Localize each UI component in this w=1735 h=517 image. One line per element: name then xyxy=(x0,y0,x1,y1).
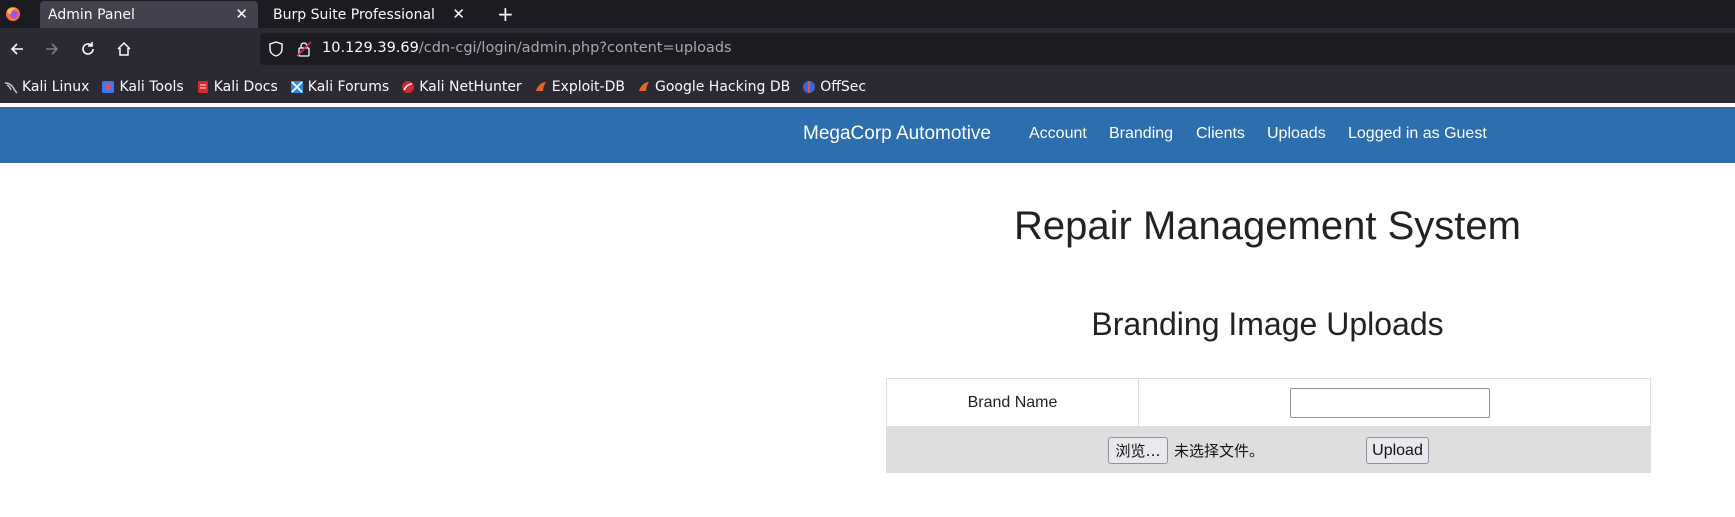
shield-icon[interactable] xyxy=(268,41,284,57)
exploit-db-icon xyxy=(535,81,546,91)
tab-strip: Admin Panel ✕ Burp Suite Professional ✕ … xyxy=(0,0,1735,28)
offsec-icon xyxy=(803,80,816,93)
bookmark-label: Kali Forums xyxy=(307,78,390,95)
site-brand-link[interactable]: MegaCorp Automotive xyxy=(803,123,991,145)
upload-button[interactable]: Upload xyxy=(1366,437,1429,464)
brand-name-cell xyxy=(1139,379,1650,426)
bookmark-label: Kali Docs xyxy=(213,78,278,95)
nav-link-branding[interactable]: Branding xyxy=(1109,125,1173,143)
bookmark-kali-linux[interactable]: Kali Linux xyxy=(4,79,89,95)
bookmark-google-hacking-db[interactable]: Google Hacking DB xyxy=(637,79,790,95)
bookmark-label: Google Hacking DB xyxy=(654,78,791,95)
file-upload-row: 浏览… 未选择文件。 Upload xyxy=(887,426,1650,472)
url-bar[interactable]: 10.129.39.69/cdn-cgi/login/admin.php?con… xyxy=(260,33,1735,65)
tab-label: Burp Suite Professional xyxy=(273,6,435,23)
back-arrow-icon[interactable] xyxy=(5,37,29,61)
url-host: 10.129.39.69 xyxy=(322,40,419,56)
url-path: /cdn-cgi/login/admin.php?content=uploads xyxy=(418,40,732,56)
tab-admin-panel[interactable]: Admin Panel ✕ xyxy=(40,1,258,28)
bookmarks-toolbar: Kali Linux Kali Tools Kali Docs Kali For… xyxy=(0,70,1735,103)
forward-arrow-icon[interactable] xyxy=(40,37,64,61)
kali-docs-icon xyxy=(197,80,208,93)
insecure-lock-icon[interactable] xyxy=(296,41,312,57)
bookmark-kali-nethunter[interactable]: Kali NetHunter xyxy=(401,78,522,95)
page-title: Repair Management System xyxy=(1014,204,1521,248)
bookmark-kali-docs[interactable]: Kali Docs xyxy=(196,79,278,95)
file-status-text: 未选择文件。 xyxy=(1174,442,1265,460)
reload-icon[interactable] xyxy=(76,37,100,61)
browse-file-button[interactable]: 浏览… xyxy=(1108,437,1168,464)
kali-dragon-icon xyxy=(4,81,18,93)
site-header: MegaCorp Automotive Account Branding Cli… xyxy=(0,107,1735,163)
tab-label: Admin Panel xyxy=(48,6,135,23)
upload-form-table: Brand Name 浏览… 未选择文件。 Upload xyxy=(886,378,1651,473)
bookmark-kali-forums[interactable]: Kali Forums xyxy=(290,79,389,95)
bookmark-label: Kali Tools xyxy=(119,78,184,95)
bookmark-label: Kali Linux xyxy=(22,78,90,95)
navigation-toolbar: 10.129.39.69/cdn-cgi/login/admin.php?con… xyxy=(0,28,1735,70)
close-icon[interactable]: ✕ xyxy=(235,5,248,23)
brand-name-row: Brand Name xyxy=(887,379,1650,426)
brand-name-input[interactable] xyxy=(1289,387,1490,418)
nav-link-clients[interactable]: Clients xyxy=(1196,125,1245,143)
section-title: Branding Image Uploads xyxy=(1091,306,1444,342)
nav-link-logged-in-user[interactable]: Logged in as Guest xyxy=(1348,125,1487,143)
close-icon[interactable]: ✕ xyxy=(452,5,465,23)
ghdb-icon xyxy=(638,81,649,91)
tab-burp-suite[interactable]: Burp Suite Professional ✕ xyxy=(265,1,475,28)
firefox-icon[interactable] xyxy=(5,6,21,22)
nethunter-icon xyxy=(402,80,415,93)
brand-name-label: Brand Name xyxy=(887,379,1139,426)
nav-link-uploads[interactable]: Uploads xyxy=(1267,125,1326,143)
bookmark-exploit-db[interactable]: Exploit-DB xyxy=(534,79,625,95)
bookmark-label: OffSec xyxy=(820,78,867,95)
nav-link-account[interactable]: Account xyxy=(1029,125,1087,143)
bookmark-kali-tools[interactable]: Kali Tools xyxy=(101,78,184,95)
kali-tools-icon xyxy=(102,80,115,93)
home-icon[interactable] xyxy=(112,37,136,61)
web-page: MegaCorp Automotive Account Branding Cli… xyxy=(0,103,1735,517)
bookmark-offsec[interactable]: OffSec xyxy=(802,79,866,95)
kali-forums-icon xyxy=(290,80,303,93)
new-tab-plus-icon[interactable]: + xyxy=(497,2,514,26)
bookmark-label: Exploit-DB xyxy=(551,78,625,95)
bookmark-label: Kali NetHunter xyxy=(419,78,522,95)
url-text[interactable]: 10.129.39.69/cdn-cgi/login/admin.php?con… xyxy=(322,40,732,56)
